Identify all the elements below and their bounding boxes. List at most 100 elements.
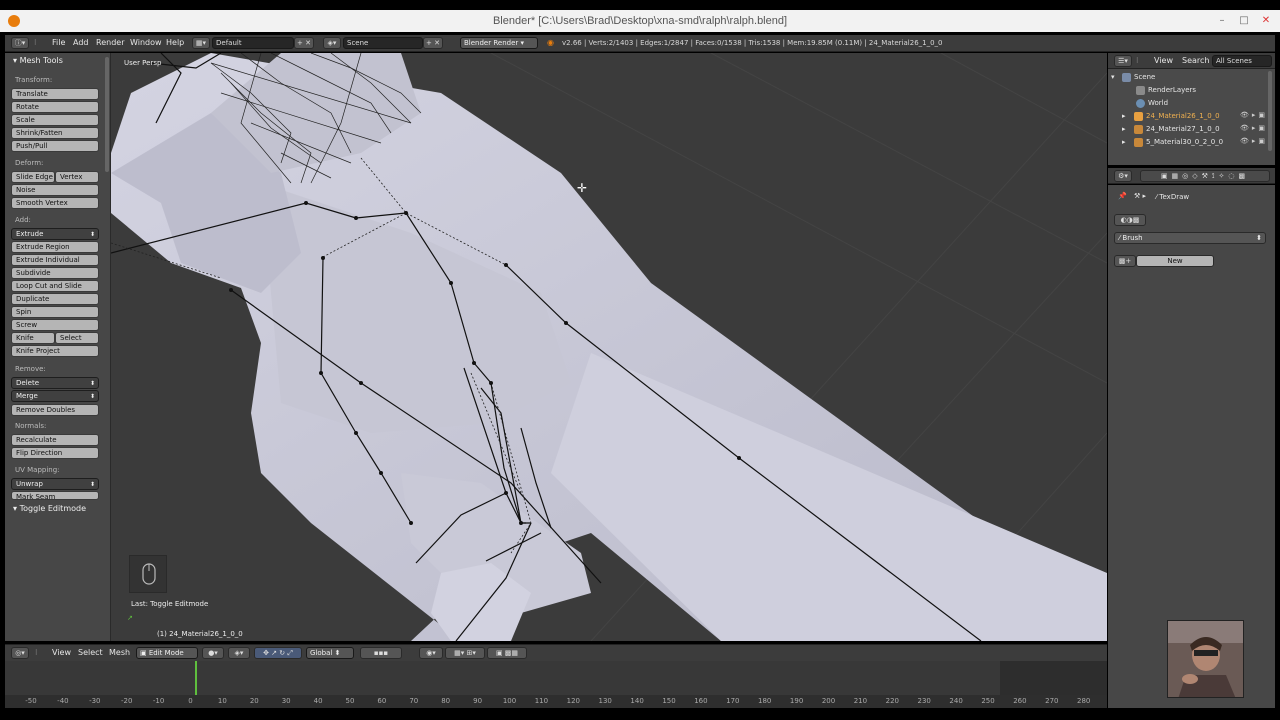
mesh-tools-header[interactable]: ▾ Mesh Tools bbox=[13, 56, 63, 65]
pivot-point-select[interactable]: ◈▾ bbox=[228, 647, 250, 659]
collapse-icon[interactable]: ⁝ bbox=[35, 648, 38, 657]
outliner-item-material27[interactable]: ▸ 24_Material27_1_0_0 👁▸▣ bbox=[1108, 123, 1268, 136]
orientation-select[interactable]: Global ⬍ bbox=[306, 647, 354, 659]
editor-type-icon[interactable]: ⓘ▾ bbox=[11, 37, 29, 49]
collapse-icon[interactable]: ⁝ bbox=[1136, 56, 1139, 65]
scene-icon[interactable]: ◈▾ bbox=[323, 37, 341, 49]
snap-icons[interactable]: ▦▾ ⊞▾ bbox=[445, 647, 485, 659]
visibility-toggles-icon[interactable]: 👁▸▣ bbox=[1240, 111, 1268, 119]
menu-view[interactable]: View bbox=[52, 648, 71, 657]
section-normals: Normals: bbox=[15, 422, 47, 430]
3d-view-editor-icon[interactable]: ◎▾ bbox=[11, 647, 29, 659]
menu-window[interactable]: Window bbox=[130, 38, 162, 47]
extrude-menu[interactable]: Extrude ⬍ bbox=[11, 228, 99, 240]
outliner-item-label: 5_Material30_0_2_0_0 bbox=[1146, 138, 1224, 146]
recalculate-button[interactable]: Recalculate bbox=[11, 434, 99, 446]
merge-menu[interactable]: Merge ⬍ bbox=[11, 390, 99, 402]
outliner-item-world[interactable]: World bbox=[1108, 97, 1268, 110]
menu-select[interactable]: Select bbox=[78, 648, 103, 657]
pin-icon[interactable]: 📌 bbox=[1118, 192, 1127, 200]
translate-button[interactable]: Translate bbox=[11, 88, 99, 100]
render-preview-icons[interactable]: ▣ ▩▦ bbox=[487, 647, 527, 659]
screw-button[interactable]: Screw bbox=[11, 319, 99, 331]
expand-arrow-icon[interactable]: ▸ bbox=[1122, 112, 1126, 120]
delete-menu[interactable]: Delete ⬍ bbox=[11, 377, 99, 389]
menu-add[interactable]: Add bbox=[73, 38, 89, 47]
menu-render[interactable]: Render bbox=[96, 38, 124, 47]
menu-mesh[interactable]: Mesh bbox=[109, 648, 130, 657]
outliner-filter-select[interactable]: All Scenes bbox=[1212, 55, 1272, 67]
subdivide-button[interactable]: Subdivide bbox=[11, 267, 99, 279]
outliner-item-scene[interactable]: ▾ Scene bbox=[1108, 71, 1268, 84]
viewport-canvas[interactable] bbox=[111, 53, 1107, 641]
visibility-toggles-icon[interactable]: 👁▸▣ bbox=[1240, 124, 1268, 132]
extrude-individual-button[interactable]: Extrude Individual bbox=[11, 254, 99, 266]
outliner-item-material30[interactable]: ▸ 5_Material30_0_2_0_0 👁▸▣ bbox=[1108, 136, 1268, 149]
collapse-icon[interactable]: ⁝ bbox=[34, 38, 37, 47]
3d-viewport[interactable]: User Persp ✛ Last: Toggle Editmode ↗ (1)… bbox=[111, 53, 1107, 641]
mode-select[interactable]: ▣ Edit Mode bbox=[136, 647, 198, 659]
operator-panel-header[interactable]: ▾ Toggle Editmode bbox=[13, 504, 86, 513]
info-header: ⓘ▾ ⁝ File Add Render Window Help ▦▾ Defa… bbox=[5, 35, 1275, 52]
slide-edge-button[interactable]: Slide Edge bbox=[11, 171, 55, 183]
scale-button[interactable]: Scale bbox=[11, 114, 99, 126]
3d-cursor-icon[interactable]: ✛ bbox=[577, 182, 589, 194]
unwrap-menu[interactable]: Unwrap ⬍ bbox=[11, 478, 99, 490]
brush-preview-icons[interactable]: ◐◑▩ bbox=[1114, 214, 1146, 226]
flip-direction-button[interactable]: Flip Direction bbox=[11, 447, 99, 459]
smooth-vertex-button[interactable]: Smooth Vertex bbox=[11, 197, 99, 209]
outliner-item-renderlayers[interactable]: RenderLayers bbox=[1108, 84, 1268, 97]
visibility-toggles-icon[interactable]: 👁▸▣ bbox=[1240, 137, 1268, 145]
properties-context-tabs[interactable]: ▣▦◎◇⚒⟟✧◌▩ bbox=[1140, 170, 1270, 182]
timeline-ruler[interactable]: -50 -40 -30 -20 -10 0 10 20 30 40 50 60 70 80 90 100 110… bbox=[5, 695, 1107, 708]
extrude-region-button[interactable]: Extrude Region bbox=[11, 241, 99, 253]
outliner-scrollbar[interactable] bbox=[1268, 71, 1272, 151]
rotate-button[interactable]: Rotate bbox=[11, 101, 99, 113]
menu-help[interactable]: Help bbox=[166, 38, 184, 47]
noise-button[interactable]: Noise bbox=[11, 184, 99, 196]
slide-vertex-button[interactable]: Vertex bbox=[55, 171, 99, 183]
timeline-tick-label: 280 bbox=[1077, 697, 1091, 705]
expand-arrow-icon[interactable]: ▸ bbox=[1122, 125, 1126, 133]
brush-select[interactable]: ⁄ Brush ⬍ bbox=[1114, 232, 1266, 244]
scene-add-remove-buttons[interactable]: + ✕ bbox=[423, 37, 443, 49]
close-button[interactable]: ✕ bbox=[1258, 14, 1274, 27]
timeline[interactable]: -50 -40 -30 -20 -10 0 10 20 30 40 50 60 70 80 90 100 110… bbox=[5, 661, 1107, 708]
mark-seam-button[interactable]: Mark Seam bbox=[11, 491, 99, 500]
duplicate-button[interactable]: Duplicate bbox=[11, 293, 99, 305]
new-texture-button[interactable]: New bbox=[1136, 255, 1214, 267]
knife-select-button[interactable]: Select bbox=[55, 332, 99, 344]
properties-editor-icon[interactable]: ⚙▾ bbox=[1114, 170, 1132, 182]
timeline-tick-label: 30 bbox=[281, 697, 291, 705]
current-frame-marker[interactable] bbox=[195, 661, 197, 697]
outliner-menu-view[interactable]: View bbox=[1154, 56, 1173, 65]
timeline-tick-label: 130 bbox=[598, 697, 612, 705]
menu-file[interactable]: File bbox=[52, 38, 65, 47]
outliner-header: ☰▾ ⁝ View Search All Scenes bbox=[1108, 53, 1275, 69]
proportional-edit-icon[interactable]: ◉▾ bbox=[419, 647, 443, 659]
maximize-button[interactable]: □ bbox=[1236, 14, 1252, 27]
tool-shelf-scrollbar[interactable] bbox=[105, 57, 109, 172]
remove-doubles-button[interactable]: Remove Doubles bbox=[11, 404, 99, 416]
minimize-button[interactable]: – bbox=[1214, 14, 1230, 27]
knife-button[interactable]: Knife bbox=[11, 332, 55, 344]
spin-button[interactable]: Spin bbox=[11, 306, 99, 318]
layout-icon[interactable]: ▦▾ bbox=[192, 37, 210, 49]
knife-project-button[interactable]: Knife Project bbox=[11, 345, 99, 357]
loop-cut-button[interactable]: Loop Cut and Slide bbox=[11, 280, 99, 292]
layout-field[interactable]: Default bbox=[212, 37, 294, 49]
outliner-item-material26[interactable]: ▸ 24_Material26_1_0_0 👁▸▣ bbox=[1108, 110, 1268, 123]
collapse-arrow-icon[interactable]: ▾ bbox=[1111, 73, 1115, 81]
push-pull-button[interactable]: Push/Pull bbox=[11, 140, 99, 152]
render-engine-select[interactable]: Blender Render ▾ bbox=[460, 37, 538, 49]
shrink-fatten-button[interactable]: Shrink/Fatten bbox=[11, 127, 99, 139]
texture-browse-icon[interactable]: ▩+ bbox=[1114, 255, 1136, 267]
expand-arrow-icon[interactable]: ▸ bbox=[1122, 138, 1126, 146]
outliner-editor-icon[interactable]: ☰▾ bbox=[1114, 55, 1132, 67]
layout-add-remove-buttons[interactable]: + ✕ bbox=[294, 37, 314, 49]
outliner-menu-search[interactable]: Search bbox=[1182, 56, 1209, 65]
viewport-shading-select[interactable]: ●▾ bbox=[202, 647, 224, 659]
layer-buttons[interactable]: ▪▪▪ bbox=[360, 647, 402, 659]
scene-field[interactable]: Scene bbox=[343, 37, 423, 49]
transform-manipulator-icons[interactable]: ✥ ↗ ↻ ⤢ bbox=[254, 647, 302, 659]
